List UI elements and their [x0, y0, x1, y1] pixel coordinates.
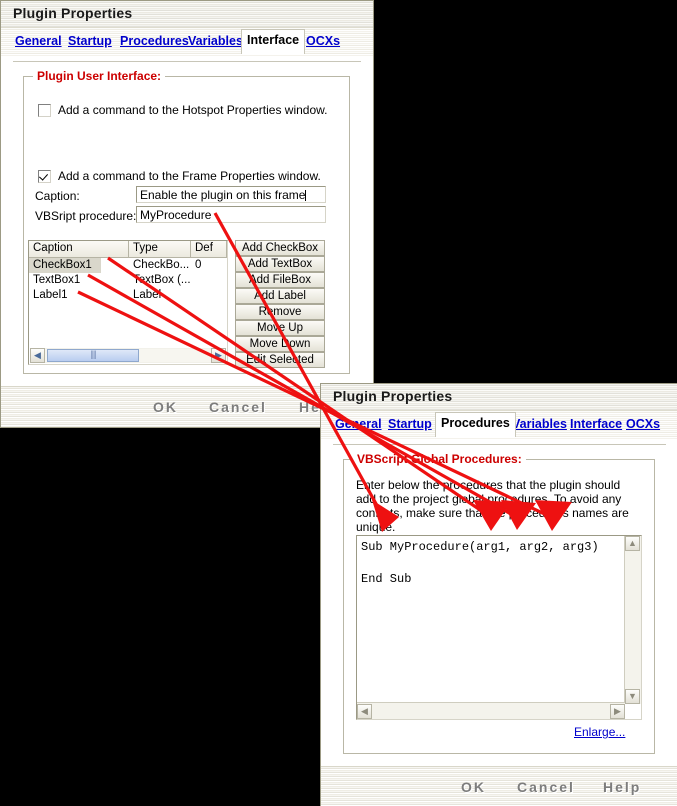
tab2-general[interactable]: General — [330, 414, 387, 435]
cell-def — [191, 288, 227, 303]
checkbox-box-frame[interactable] — [38, 169, 51, 183]
cancel-button[interactable]: Cancel — [209, 399, 267, 415]
ok-button-2[interactable]: OK — [461, 779, 486, 795]
tab-general[interactable]: General — [10, 31, 67, 52]
edit-selected-button[interactable]: Edit Selected — [235, 352, 325, 368]
checkbox-box-hotspot[interactable] — [38, 103, 51, 117]
hotspot-command-label: Add a command to the Hotspot Properties … — [58, 103, 328, 117]
text-caret — [305, 190, 307, 201]
scroll-left-icon-2[interactable]: ◀ — [357, 703, 372, 719]
tab2-ocxs[interactable]: OCXs — [621, 414, 665, 435]
listview-scroll-track[interactable] — [45, 349, 211, 362]
listview-header: Caption Type Def — [29, 241, 227, 258]
tab-startup[interactable]: Startup — [63, 31, 117, 52]
tab2-variables[interactable]: Variables — [507, 414, 572, 435]
vbscript-procedure-input[interactable]: MyProcedure — [136, 206, 326, 223]
code-hscroll-track[interactable] — [372, 703, 610, 719]
dialog2-tabpage: VBScript Global Procedures: Enter below … — [333, 444, 666, 766]
vbscript-global-procedures-group: VBScript Global Procedures: Enter below … — [343, 452, 655, 754]
tab-procedures[interactable]: Procedures — [115, 31, 194, 52]
group-title-plugin-user-interface: Plugin User Interface: — [33, 69, 166, 83]
cell-type: CheckBo... — [133, 259, 190, 271]
add-checkbox-button[interactable]: Add CheckBox — [235, 240, 325, 256]
dialog1-tabpage: Plugin User Interface: Add a command to … — [13, 61, 361, 386]
code-horizontal-scrollbar[interactable]: ◀ ▶ — [357, 702, 625, 719]
listview-column-caption[interactable]: Caption — [29, 241, 129, 257]
procedures-description: Enter below the procedures that the plug… — [356, 478, 629, 534]
help-button-2[interactable]: Help — [603, 779, 641, 795]
cell-caption: TextBox1 — [33, 274, 81, 286]
frame-command-label: Add a command to the Frame Properties wi… — [58, 169, 321, 183]
scroll-up-icon[interactable]: ▲ — [625, 536, 640, 551]
scroll-right-icon[interactable]: ▶ — [211, 348, 226, 363]
add-filebox-button[interactable]: Add FileBox — [235, 272, 325, 288]
dialog1-tabstrip: General Startup Procedures Variables Int… — [1, 28, 373, 56]
ok-button[interactable]: OK — [153, 399, 178, 415]
cell-spacer — [101, 258, 129, 273]
cancel-button-2[interactable]: Cancel — [517, 779, 575, 795]
cell-caption: Label1 — [33, 289, 68, 301]
move-down-button[interactable]: Move Down — [235, 336, 325, 352]
tab2-interface[interactable]: Interface — [565, 414, 627, 435]
dialog2-footer: OK Cancel Help — [321, 766, 677, 806]
remove-button[interactable]: Remove — [235, 304, 325, 320]
dialog1-title: Plugin Properties — [13, 5, 133, 21]
plugin-properties-window-procedures: Plugin Properties General Startup Proced… — [320, 383, 677, 806]
table-row[interactable]: Label1 Label — [29, 288, 227, 303]
cell-type: TextBox (... — [133, 274, 191, 286]
frame-command-checkbox[interactable]: Add a command to the Frame Properties wi… — [38, 169, 321, 183]
dialog2-titlebar: Plugin Properties — [321, 384, 677, 411]
caption-input-value: Enable the plugin on this frame — [140, 188, 306, 202]
code-vertical-scrollbar[interactable]: ▲ ▼ — [624, 536, 641, 704]
listview-column-def[interactable]: Def — [191, 241, 227, 257]
plugin-properties-window-interface: Plugin Properties General Startup Proced… — [0, 0, 374, 428]
listview-scroll-thumb[interactable] — [47, 349, 139, 362]
scroll-right-icon-2[interactable]: ▶ — [610, 703, 625, 719]
tab-interface[interactable]: Interface — [241, 29, 306, 54]
cell-def — [191, 273, 227, 288]
vbscript-procedure-value: MyProcedure — [140, 208, 212, 222]
move-up-button[interactable]: Move Up — [235, 320, 325, 336]
dialog2-title: Plugin Properties — [333, 388, 453, 404]
add-label-button[interactable]: Add Label — [235, 288, 325, 304]
tab2-startup[interactable]: Startup — [383, 414, 437, 435]
cell-type: Label — [133, 289, 162, 301]
tab2-procedures[interactable]: Procedures — [435, 412, 516, 437]
plugin-user-interface-group: Plugin User Interface: Add a command to … — [23, 69, 350, 374]
vbscript-procedure-label: VBSript procedure: — [35, 209, 137, 223]
tab-variables[interactable]: Variables — [183, 31, 248, 52]
enlarge-link[interactable]: Enlarge... — [574, 725, 625, 739]
hotspot-command-checkbox[interactable]: Add a command to the Hotspot Properties … — [38, 103, 327, 117]
table-row[interactable]: CheckBox1 CheckBo... 0 — [29, 258, 227, 273]
scroll-left-icon[interactable]: ◀ — [30, 348, 45, 363]
add-textbox-button[interactable]: Add TextBox — [235, 256, 325, 272]
procedures-code-text: Sub MyProcedure(arg1, arg2, arg3) End Su… — [361, 540, 599, 586]
procedures-code-editor[interactable]: Sub MyProcedure(arg1, arg2, arg3) End Su… — [356, 535, 642, 720]
dialog1-titlebar: Plugin Properties — [1, 1, 373, 28]
cell-caption: CheckBox1 — [29, 258, 101, 273]
caption-label: Caption: — [35, 189, 80, 203]
listview-column-type[interactable]: Type — [129, 241, 191, 257]
group-title-vbscript-global-procedures: VBScript Global Procedures: — [353, 452, 526, 466]
interface-controls-listview[interactable]: Caption Type Def CheckBox1 CheckBo... 0 … — [28, 240, 228, 365]
listview-horizontal-scrollbar[interactable]: ◀ ▶ — [30, 348, 226, 363]
tab-ocxs[interactable]: OCXs — [301, 31, 345, 52]
caption-input[interactable]: Enable the plugin on this frame — [136, 186, 326, 203]
table-row[interactable]: TextBox1 TextBox (... — [29, 273, 227, 288]
screenshot-root: Plugin Properties General Startup Proced… — [0, 0, 677, 806]
dialog1-footer: OK Cancel Help — [1, 386, 373, 427]
dialog2-tabstrip: General Startup Procedures Variables Int… — [321, 411, 677, 439]
cell-def: 0 — [195, 259, 202, 271]
scroll-down-icon[interactable]: ▼ — [625, 689, 640, 704]
